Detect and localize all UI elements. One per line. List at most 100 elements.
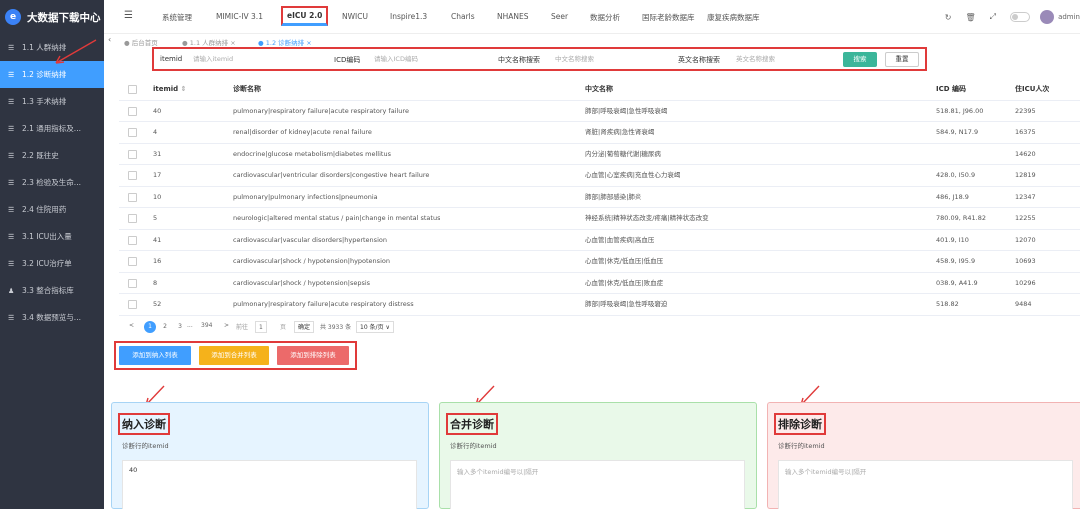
tab-nhanes[interactable]: NHANES [497,12,529,21]
sidebar-item-2-1[interactable]: ☰ 2.1 通用指标及... [0,115,104,142]
exclude-panel-label: 诊断行的itemid [778,442,825,450]
row-checkbox[interactable] [128,128,137,137]
page-last[interactable]: 394 [201,322,212,329]
menu-toggle-icon[interactable]: ☰ [124,10,133,21]
page-ellipsis[interactable]: ... [187,322,193,329]
tab-system[interactable]: 系统管理 [162,12,192,23]
table-row[interactable]: 4 renal|disorder of kidney|acute renal fa… [119,122,1080,144]
sidebar-item-3-1[interactable]: ☰ 3.1 ICU出入量 [0,223,104,250]
en-name-input[interactable]: 英文名称搜索 [732,53,832,66]
row-checkbox[interactable] [128,149,137,159]
cell-cn: 肺部|肺部感染|肺炎 [585,192,642,201]
table-row[interactable]: 41 cardiovascular|vascular disorders|hype… [119,230,1080,251]
merge-itemid-textarea[interactable]: 输入多个itemid编号以|隔开 [450,460,745,509]
sidebar-item-label: 3.4 数据预览与... [22,313,81,322]
sidebar-item-1-3[interactable]: ☰ 1.3 手术纳排 [0,88,104,115]
exclude-itemid-textarea[interactable]: 输入多个itemid编号以|隔开 [778,460,1073,509]
confirm-page-button[interactable]: 确定 [294,321,315,333]
next-page-button[interactable]: > [224,322,229,329]
cell-icd: 401.9, I10 [936,235,969,244]
sidebar-item-2-4[interactable]: ☰ 2.4 住院用药 [0,196,104,223]
row-checkbox[interactable] [128,192,137,202]
icd-input[interactable]: 请输入ICD编码 [370,53,490,66]
cell-itemid: 41 [153,235,162,244]
sidebar-item-3-3[interactable]: ♟ 3.3 整合指标库 [0,277,104,304]
sidebar-item-2-3[interactable]: ☰ 2.3 检验及生命... [0,169,104,196]
table-row[interactable]: 52 pulmonary|respiratory failure|acute re… [119,294,1080,316]
cell-count: 10693 [1015,257,1036,265]
cell-itemid: 10 [153,192,162,201]
sidebar-item-label: 2.1 通用指标及... [22,124,81,133]
col-itemid[interactable]: itemid ⇕ [153,79,187,100]
add-merge-button[interactable]: 添加到合并列表 [199,346,269,365]
cn-name-input[interactable]: 中文名称搜索 [551,53,671,66]
itemid-input[interactable]: 请输入itemid [189,53,289,66]
theme-toggle[interactable] [1010,12,1031,22]
row-checkbox[interactable] [128,235,137,245]
prev-page-button[interactable]: < [129,322,134,329]
cell-en: renal|disorder of kidney|acute renal fai… [233,128,372,136]
row-checkbox[interactable] [128,106,137,116]
tab-eicu[interactable]: eICU 2.0 [281,6,329,26]
action-buttons: 添加到纳入列表 添加到合并列表 添加到排除列表 [114,341,357,370]
search-button[interactable]: 搜索 [843,52,877,67]
table-row[interactable]: 31 endocrine|glucose metabolism|diabetes … [119,144,1080,165]
tag-label: 1.2 诊断纳排 [265,39,305,47]
pagination: < 1 2 3 ... 394 > 前往 1 页 确定 共 3933 条 10 … [119,321,519,335]
cell-en: cardiovascular|ventricular disorders|con… [233,171,430,179]
table-row[interactable]: 10 pulmonary|pulmonary infections|pneumon… [119,187,1080,208]
trash-icon[interactable]: 🗑 [966,13,976,22]
reset-button[interactable]: 重置 [885,52,919,67]
row-checkbox[interactable] [128,278,137,288]
sidebar-item-label: 3.1 ICU出入量 [22,232,72,241]
itemid-label: itemid [160,55,183,63]
sidebar-item-3-4[interactable]: ☰ 3.4 数据预览与... [0,304,104,331]
cell-itemid: 31 [153,149,162,158]
app-logo[interactable]: e 大数据下载中心 [0,0,104,34]
sort-icon[interactable]: ⇕ [181,85,187,93]
tab-seer[interactable]: Seer [551,12,568,21]
tab-charls[interactable]: Charls [451,12,475,21]
sidebar-item-label: 3.2 ICU治疗单 [22,259,72,268]
sidebar-item-2-2[interactable]: ☰ 2.2 既往史 [0,142,104,169]
tab-inspire[interactable]: Inspire1.3 [390,12,427,21]
list-icon: ☰ [8,232,15,241]
row-checkbox[interactable] [128,257,137,266]
avatar[interactable] [1040,10,1055,24]
tag-1-1[interactable]: ● 1.1 人群纳排 × [182,37,236,47]
col-en-name: 诊断名称 [233,85,261,93]
table-row[interactable]: 8 cardiovascular|shock / hypotension|seps… [119,273,1080,294]
page-3[interactable]: 3 [174,321,186,333]
row-checkbox[interactable] [128,214,137,223]
table-row[interactable]: 16 cardiovascular|shock / hypotension|hyp… [119,251,1080,273]
page-1[interactable]: 1 [144,321,156,333]
sidebar-item-3-2[interactable]: ☰ 3.2 ICU治疗单 [0,250,104,277]
refresh-icon[interactable]: ↻ [945,13,952,22]
tab-rehab-db[interactable]: 康复疾病数据库 [707,12,760,23]
row-checkbox[interactable] [128,300,137,309]
tab-analysis[interactable]: 数据分析 [590,12,620,23]
tag-home[interactable]: ● 后台首页 [124,37,158,47]
table-row[interactable]: 5 neurologic|altered mental status / pain… [119,208,1080,230]
add-include-button[interactable]: 添加到纳入列表 [119,346,191,365]
back-icon[interactable]: ‹ [108,35,111,44]
table-row[interactable]: 40 pulmonary|respiratory failure|acute re… [119,101,1080,122]
app-title: 大数据下载中心 [27,11,101,24]
page-jump-input[interactable]: 1 [255,321,267,333]
tab-nwicu[interactable]: NWICU [342,12,368,21]
table-row[interactable]: 17 cardiovascular|ventricular disorders|c… [119,165,1080,187]
select-all-checkbox[interactable] [128,85,137,94]
row-checkbox[interactable] [128,171,137,180]
add-exclude-button[interactable]: 添加到排除列表 [277,346,349,365]
cell-en: pulmonary|pulmonary infections|pneumonia [233,192,378,201]
tag-1-2[interactable]: ● 1.2 诊断纳排 × [258,37,312,47]
tab-mimic[interactable]: MIMIC-IV 3.1 [216,12,263,21]
fullscreen-icon[interactable]: ⤢ [990,12,996,22]
page-2[interactable]: 2 [159,321,171,333]
icd-label: ICD编码 [334,56,361,64]
user-name[interactable]: admin [1058,13,1080,21]
list-icon: ☰ [8,70,15,79]
include-itemid-textarea[interactable]: 40 [122,460,417,509]
page-size-select[interactable]: 10 条/页 ∨ [356,321,394,333]
tab-aging-db[interactable]: 国际老龄数据库 [642,12,695,23]
